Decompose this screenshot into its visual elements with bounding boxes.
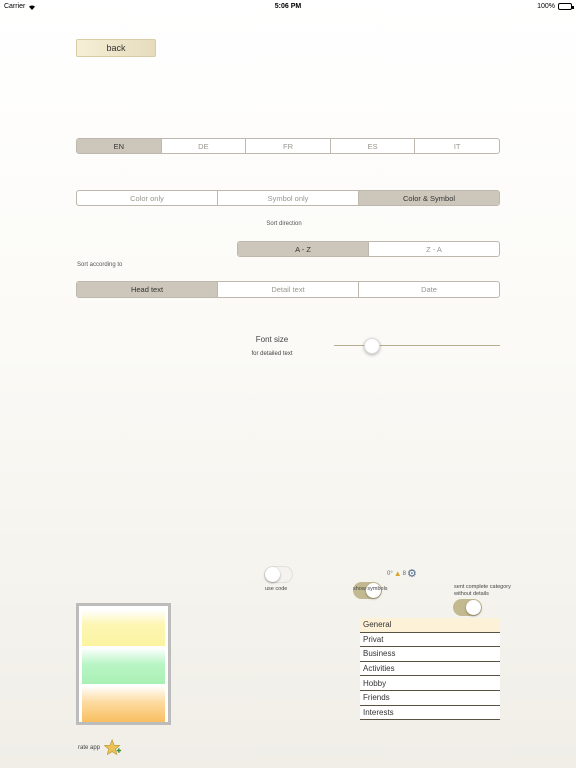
status-time: 5:06 PM [274,3,302,10]
sort-by-selector: Head text Detail text Date [76,281,500,298]
display-mode-option-symbol-only[interactable]: Symbol only [217,191,358,205]
sort-direction-option-z-a[interactable]: Z - A [368,242,499,256]
use-code-label: use code [265,586,288,592]
category-item-friends[interactable]: Friends [360,690,500,706]
category-item-interests[interactable]: Interests [360,705,500,721]
language-option-en[interactable]: EN [77,139,161,153]
rate-star-icon[interactable] [104,739,122,757]
battery-percent: 100% [537,3,555,10]
language-option-es[interactable]: ES [329,139,415,153]
symbol-sample-text-2: 8 [402,570,407,577]
category-item-general[interactable]: General [360,618,500,633]
battery-icon [558,3,574,10]
warning-triangle-icon: ▲ [393,569,402,578]
sent-complete-toggle[interactable] [453,599,482,616]
gear-icon: ⚙ [407,568,417,580]
status-bar: Carrier 5:06 PM 100% [0,0,576,14]
font-size-slider[interactable] [334,337,500,355]
font-size-sublabel: for detailed text [251,351,293,357]
toggle-knob [265,567,280,582]
display-mode-option-color-symbol[interactable]: Color & Symbol [358,191,499,205]
sort-direction-selector: A - ZZ - A [237,241,500,257]
back-button[interactable]: back [76,39,156,57]
sort-by-option-detail-text[interactable]: Detail text [217,282,358,297]
display-mode-option-color-only[interactable]: Color only [77,191,217,205]
category-list: General Privat Business Activities Hobby Frie… [360,618,500,721]
color-preview [76,603,171,725]
sort-direction-label: Sort direction [266,221,302,227]
symbol-sample-text: 0° [387,570,393,577]
font-size-label: Font size [255,335,289,344]
sent-complete-label: sent complete category without details [454,584,511,597]
category-item-business[interactable]: Business [360,647,500,662]
sort-direction-option-a-z[interactable]: A - Z [238,242,368,256]
preview-band-green [82,648,165,684]
toggle-knob [466,600,481,615]
language-option-de[interactable]: DE [160,139,246,153]
language-option-it[interactable]: IT [414,139,499,153]
preview-band-orange [82,686,165,722]
category-item-activities[interactable]: Activities [360,661,500,677]
language-selector: EN DE FR ES IT [76,138,500,154]
use-code-toggle[interactable] [264,566,293,583]
sort-by-option-date[interactable]: Date [358,282,499,297]
language-option-fr[interactable]: FR [245,139,330,153]
preview-band-yellow [82,610,165,646]
category-item-hobby[interactable]: Hobby [360,676,500,691]
show-symbols-label: show symbols [353,586,388,592]
slider-track [334,345,500,346]
rate-app-label: rate app [78,745,101,751]
slider-thumb[interactable] [364,338,380,354]
sort-by-label: Sort according to [77,262,123,268]
symbol-sample: 0° ▲ 8 ⚙ [387,567,417,580]
category-item-privat[interactable]: Privat [360,632,500,648]
sort-by-option-head-text[interactable]: Head text [77,282,217,297]
battery-info: 100% [537,3,574,10]
display-mode-selector: Color only Symbol only Color & Symbol [76,190,500,206]
